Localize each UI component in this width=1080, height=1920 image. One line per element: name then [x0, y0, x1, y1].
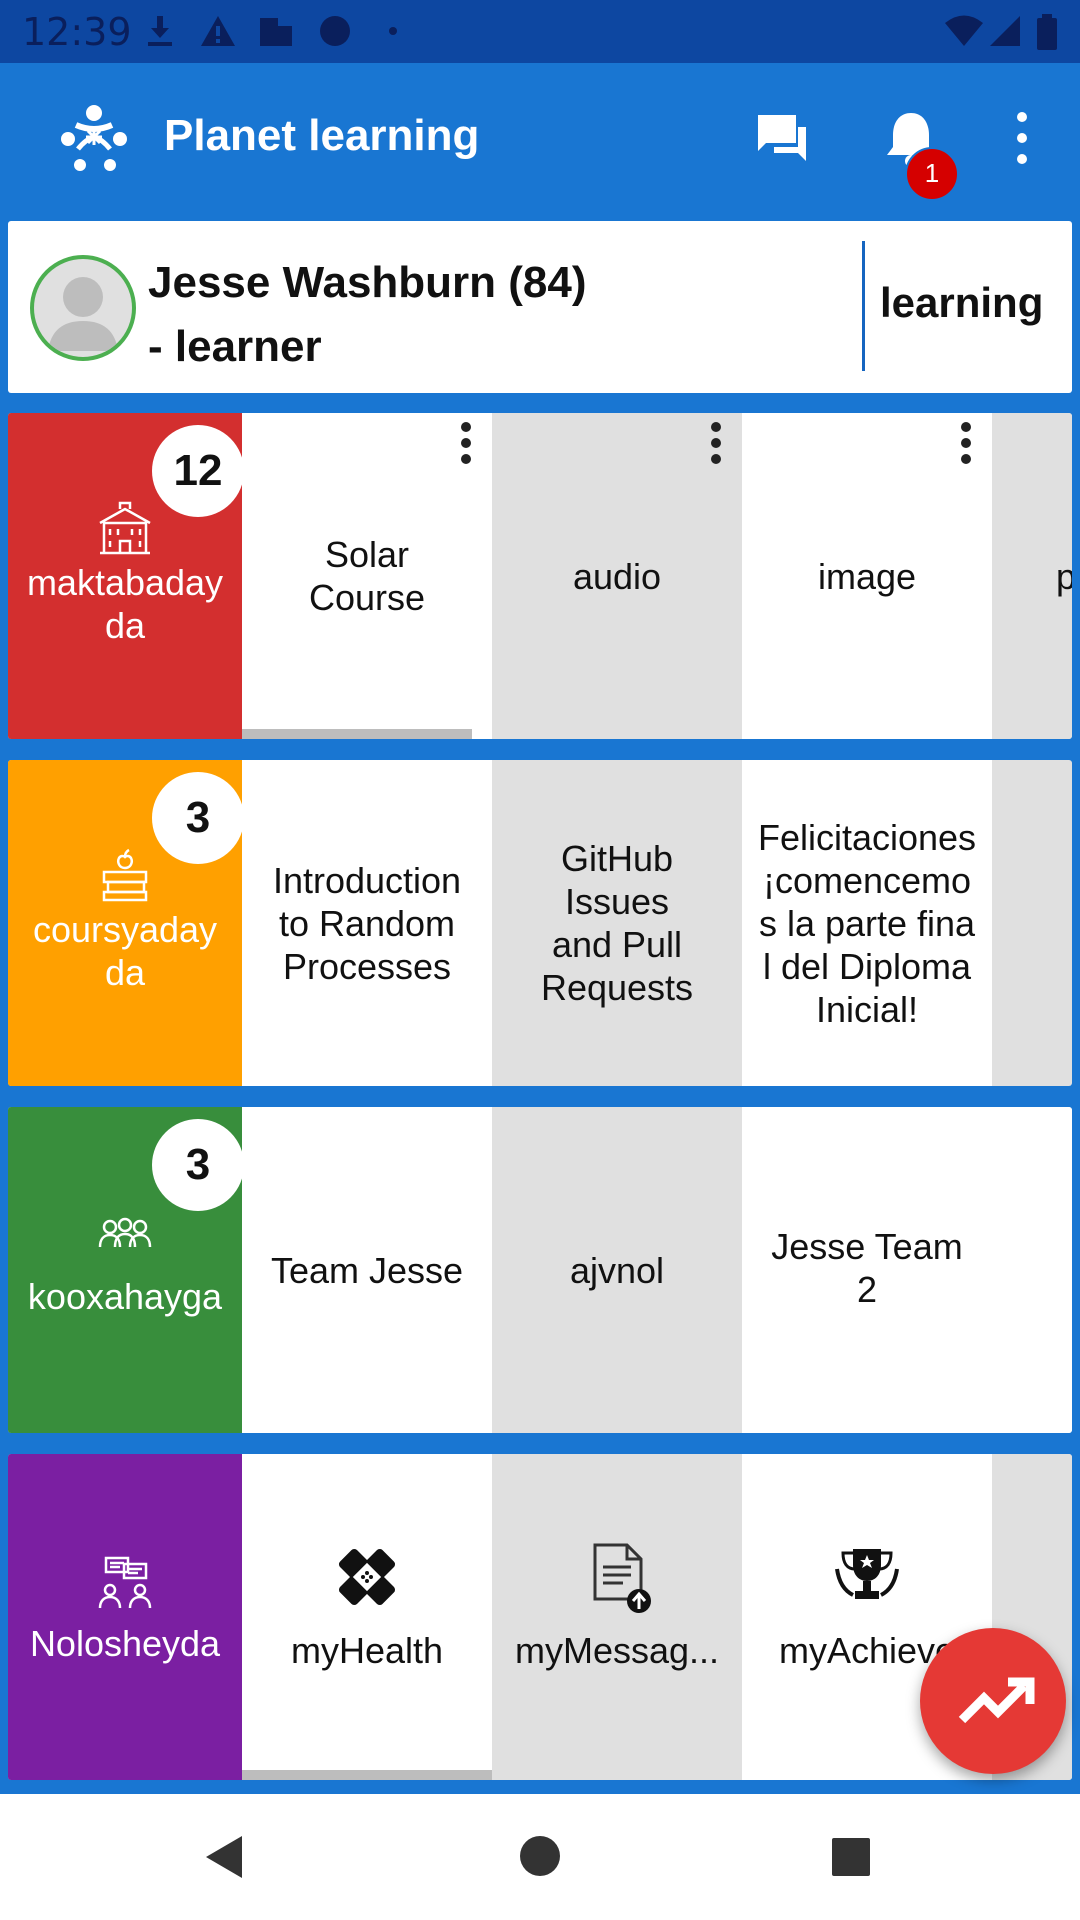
tile-mymessages[interactable]: myMessag...	[492, 1454, 742, 1780]
count-badge: 3	[152, 772, 244, 864]
tile-team[interactable]: Jesse Team 2	[742, 1107, 992, 1433]
category-teams[interactable]: 3 kooxahayga	[8, 1107, 244, 1433]
tile-course[interactable]: Introduction to Random Processes	[242, 760, 492, 1086]
warning-icon	[201, 16, 235, 46]
tile-label: Jesse Team 2	[771, 1226, 963, 1310]
small-dot-icon	[389, 27, 397, 35]
battery-icon	[1037, 14, 1057, 50]
wifi-icon	[945, 15, 983, 46]
category-label: coursyaday da	[18, 908, 232, 994]
tile-course[interactable]: GitHub Issues and Pull Requests	[492, 760, 742, 1086]
tile-team[interactable]: ajvnol	[492, 1107, 742, 1433]
library-icon	[99, 501, 151, 555]
category-label-line: maktabaday	[26, 562, 224, 603]
record-dot-icon	[320, 16, 350, 46]
download-icon	[148, 16, 172, 46]
count-badge: 3	[152, 1119, 244, 1211]
profile-name: Jesse Washburn (84)	[148, 258, 587, 307]
category-label-line: kooxahayga	[27, 1276, 223, 1317]
user-placeholder-icon	[48, 277, 118, 351]
notification-badge: 1	[905, 147, 959, 201]
category-personal[interactable]: Nolosheyda	[8, 1454, 242, 1780]
tile-label: myHealth	[290, 1630, 444, 1671]
status-bar: 12:39	[0, 0, 1080, 63]
category-label: kooxahayga	[18, 1275, 232, 1318]
tile-label: Solar Course	[308, 534, 426, 618]
tile-label: Team Jesse	[270, 1249, 464, 1291]
profile-status: learning	[880, 279, 1044, 326]
profile-role: - learner	[148, 322, 322, 371]
row-library: 12 maktabaday da Solar Course audio imag…	[8, 413, 1072, 739]
recents-icon[interactable]	[828, 1834, 874, 1880]
books-apple-icon	[102, 848, 148, 902]
tile-course[interactable]: Felicitaciones ¡comencemos la parte fina…	[742, 760, 992, 1086]
app-title: Planet learning	[164, 111, 480, 160]
more-vert-icon[interactable]	[456, 421, 476, 465]
category-label-line: da	[104, 605, 146, 646]
tile-label: audio	[572, 555, 662, 597]
bandage-icon	[338, 1548, 396, 1606]
tile-label: image	[817, 555, 917, 597]
tile-image[interactable]: image	[742, 413, 992, 739]
home-icon[interactable]	[516, 1832, 564, 1880]
tile-empty	[992, 1107, 1072, 1433]
tile-label: Introduction to Random Processes	[272, 859, 462, 987]
tile-label: ajvnol	[569, 1249, 665, 1291]
status-time: 12:39	[22, 10, 132, 54]
app-bar: Planet learning 1	[0, 63, 1080, 213]
count-badge: 12	[152, 425, 244, 517]
tile-label: myMessag...	[514, 1630, 720, 1671]
planet-logo-icon	[61, 105, 127, 171]
trophy-icon	[835, 1549, 899, 1599]
tile-team[interactable]: Team Jesse	[242, 1107, 492, 1433]
overflow-menu-icon[interactable]	[1000, 103, 1070, 173]
tile-label: p	[1056, 555, 1072, 597]
category-label-line: coursyaday	[32, 909, 218, 950]
signal-icon	[990, 16, 1020, 46]
trending-fab[interactable]	[920, 1628, 1066, 1774]
scroll-indicator	[242, 1770, 518, 1780]
chat-icon[interactable]	[748, 103, 818, 173]
building-icon	[260, 18, 292, 46]
document-upload-icon	[593, 1543, 651, 1613]
profile-name-block: Jesse Washburn (84) - learner	[148, 251, 848, 379]
tile-myhealth[interactable]: myHealth	[242, 1454, 518, 1780]
category-label-line: Nolosheyda	[29, 1623, 221, 1664]
category-label: Nolosheyda	[18, 1622, 232, 1665]
tile-partial[interactable]: p	[992, 413, 1072, 739]
tile-label: GitHub Issues and Pull Requests	[540, 838, 694, 1008]
row-teams: 3 kooxahayga Team Jesse ajvnol Jesse Tea…	[8, 1107, 1072, 1433]
avatar[interactable]	[30, 255, 136, 361]
category-label: maktabaday da	[18, 561, 232, 647]
team-icon	[98, 1217, 152, 1248]
tile-solar-course[interactable]: Solar Course	[242, 413, 492, 739]
category-label-line: da	[104, 952, 146, 993]
more-vert-icon[interactable]	[956, 421, 976, 465]
profile-divider	[862, 241, 865, 371]
category-library[interactable]: 12 maktabaday da	[8, 413, 244, 739]
more-vert-icon[interactable]	[706, 421, 726, 465]
system-nav-bar	[0, 1794, 1080, 1920]
people-chat-icon	[98, 1556, 152, 1609]
profile-card[interactable]: Jesse Washburn (84) - learner learning	[8, 221, 1072, 393]
row-personal: Nolosheyda myHealth myMessag... myAchiev…	[8, 1454, 1072, 1780]
tile-audio[interactable]: audio	[492, 413, 742, 739]
category-courses[interactable]: 3 coursyaday da	[8, 760, 244, 1086]
back-icon[interactable]	[198, 1832, 248, 1882]
scroll-indicator	[242, 729, 472, 739]
tile-label: Felicitaciones ¡comencemos la parte fina…	[757, 816, 977, 1030]
trending-up-icon	[958, 1677, 1035, 1724]
row-courses: 3 coursyaday da Introduction to Random P…	[8, 760, 1072, 1086]
